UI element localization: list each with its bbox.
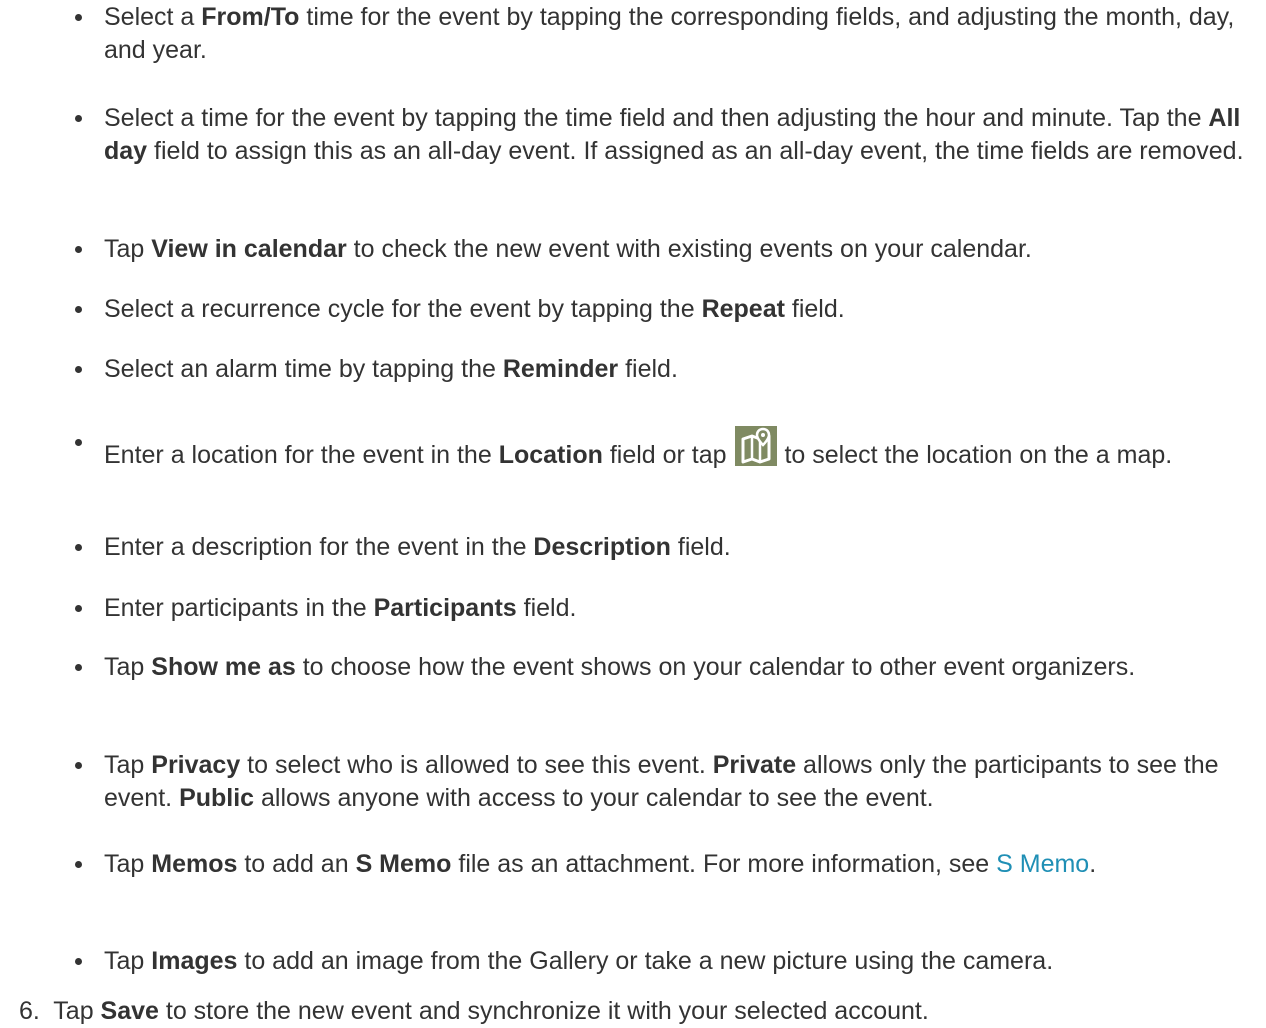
list-item-reminder: Select an alarm time by tapping the Remi… — [75, 353, 1254, 386]
item-text: field. — [516, 594, 577, 622]
list-item-description: Enter a description for the event in the… — [75, 531, 1254, 564]
item-text: field to assign this as an all-day event… — [147, 137, 1244, 165]
bullet-dot — [75, 246, 82, 253]
item-text: Enter participants in the — [104, 594, 374, 622]
item-bold-text: Privacy — [151, 751, 241, 779]
item-bold-text: Images — [151, 947, 238, 975]
item-text: Tap — [104, 850, 152, 878]
item-bold-text: Public — [179, 784, 255, 812]
item-text: to add an image from the Gallery or take… — [237, 947, 1054, 975]
item-text: allows anyone with access to your calend… — [254, 784, 934, 812]
item-bold-text: View in calendar — [151, 235, 347, 263]
bullet-dot — [75, 958, 82, 965]
item-text: Select an alarm time by tapping the — [104, 355, 503, 383]
map-location-icon — [734, 426, 777, 466]
step-text: to store the new event and synchronize i… — [158, 997, 929, 1025]
step-text: 6. Tap — [19, 997, 101, 1025]
item-text: Tap — [104, 653, 152, 681]
step-bold-text: Save — [100, 997, 159, 1025]
item-bold-text: Private — [712, 751, 797, 779]
item-bold-text: Memos — [151, 850, 238, 878]
bullet-dot — [75, 605, 82, 612]
step-6: 6. Tap Save to store the new event and s… — [19, 995, 1249, 1028]
list-item-privacy: Tap Privacy to select who is allowed to … — [75, 749, 1254, 815]
bullet-dot — [75, 439, 82, 446]
list-item-show-me-as: Tap Show me as to choose how the event s… — [75, 651, 1254, 684]
bullet-dot — [75, 861, 82, 868]
item-text: Select a — [104, 3, 202, 31]
item-bold-text: Show me as — [151, 653, 296, 681]
item-bold-text: Description — [533, 533, 671, 561]
item-bold-text: Location — [498, 441, 603, 469]
item-bold-text: Participants — [373, 594, 517, 622]
list-item-time: Select a time for the event by tapping t… — [75, 102, 1254, 168]
item-text: file as an attachment. For more informat… — [451, 850, 997, 878]
bullet-dot — [75, 366, 82, 373]
item-text: field or tap — [602, 441, 734, 469]
item-text: field. — [670, 533, 731, 561]
item-bold-text: Reminder — [502, 355, 619, 383]
item-text: to select the location on the a map. — [777, 441, 1173, 469]
item-text: Enter a location for the event in the — [104, 441, 499, 469]
item-text: to add an — [237, 850, 356, 878]
item-bold-text: Repeat — [701, 295, 785, 323]
item-text: field. — [618, 355, 678, 383]
bullet-dot — [75, 115, 82, 122]
list-item-view-in-calendar: Tap View in calendar to check the new ev… — [75, 233, 1254, 266]
list-item-memos: Tap Memos to add an S Memo file as an at… — [75, 848, 1254, 881]
item-text: Tap — [104, 751, 152, 779]
list-item-from-to: Select a From/To time for the event by t… — [75, 1, 1254, 67]
item-text: Select a recurrence cycle for the event … — [104, 295, 702, 323]
item-text: to check the new event with existing eve… — [346, 235, 1032, 263]
list-item-participants: Enter participants in the Participants f… — [75, 592, 1254, 625]
bullet-dot — [75, 14, 82, 21]
bullet-dot — [75, 762, 82, 769]
item-text: to select who is allowed to see this eve… — [240, 751, 713, 779]
item-bold-text: From/To — [201, 3, 300, 31]
bullet-dot — [75, 306, 82, 313]
item-text: field. — [784, 295, 845, 323]
item-text: to choose how the event shows on your ca… — [295, 653, 1136, 681]
item-text: . — [1089, 850, 1097, 878]
list-item-repeat: Select a recurrence cycle for the event … — [75, 293, 1254, 326]
list-item-location: Enter a location for the event in the Lo… — [75, 426, 1254, 472]
item-bold-text: S Memo — [355, 850, 452, 878]
item-text: Tap — [104, 947, 152, 975]
item-text: Tap — [104, 235, 152, 263]
bullet-dot — [75, 544, 82, 551]
s-memo-link[interactable]: S Memo — [996, 850, 1089, 878]
item-text: Select a time for the event by tapping t… — [104, 104, 1209, 132]
item-text: Enter a description for the event in the — [104, 533, 534, 561]
list-item-images: Tap Images to add an image from the Gall… — [75, 945, 1254, 978]
bullet-dot — [75, 664, 82, 671]
